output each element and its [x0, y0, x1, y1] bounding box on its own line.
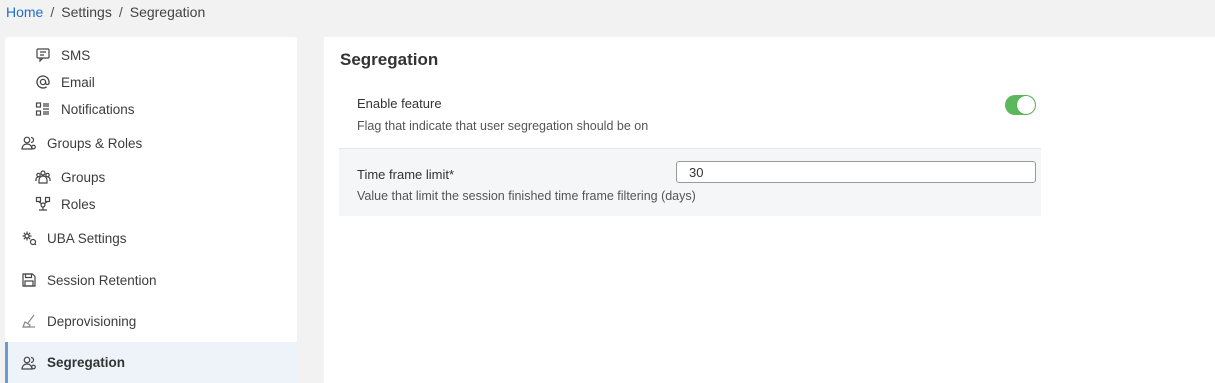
toggle-knob	[1017, 96, 1035, 114]
main-content: Segregation Enable feature Flag that ind…	[324, 37, 1215, 383]
uba-icon	[21, 230, 37, 246]
sidebar-item-sms[interactable]: SMS	[5, 44, 297, 66]
time-frame-limit-label: Time frame limit*	[357, 167, 455, 182]
time-frame-limit-input[interactable]	[676, 161, 1036, 183]
sidebar-item-label: SMS	[61, 47, 91, 63]
save-icon	[21, 272, 37, 288]
sidebar-item-deprovisioning[interactable]: Deprovisioning	[5, 308, 297, 334]
sidebar-item-groups[interactable]: Groups	[5, 166, 297, 188]
time-frame-limit-description: Value that limit the session finished ti…	[357, 189, 696, 203]
enable-feature-row: Enable feature Flag that indicate that u…	[339, 92, 1041, 148]
breadcrumb-current: Segregation	[129, 4, 206, 20]
users-icon	[21, 135, 37, 151]
time-frame-limit-row: Time frame limit* Value that limit the s…	[339, 148, 1041, 216]
users-icon	[21, 355, 37, 371]
list-icon	[35, 101, 51, 117]
sidebar-item-roles[interactable]: Roles	[5, 193, 297, 215]
group-icon	[35, 169, 51, 185]
roles-icon	[35, 196, 51, 212]
sidebar-item-label: Segregation	[47, 355, 126, 370]
sidebar-item-uba-settings[interactable]: UBA Settings	[5, 225, 297, 251]
sidebar-item-label: Deprovisioning	[47, 313, 137, 329]
page-title: Segregation	[340, 50, 439, 69]
sidebar-item-label: Session Retention	[47, 272, 157, 288]
sidebar-item-label: Groups	[61, 169, 106, 185]
sidebar-item-label: UBA Settings	[47, 230, 127, 246]
deprovision-icon	[21, 313, 37, 329]
breadcrumb-separator: /	[50, 4, 55, 20]
sidebar-item-label: Notifications	[61, 101, 135, 117]
enable-feature-label: Enable feature	[357, 96, 442, 111]
sidebar-item-label: Email	[61, 74, 95, 90]
sidebar-item-label: Roles	[61, 196, 96, 212]
at-sign-icon	[35, 74, 51, 90]
sidebar: SMS Email Notifications Groups & Roles G…	[5, 37, 297, 383]
breadcrumb-separator: /	[118, 4, 123, 20]
enable-feature-toggle[interactable]	[1005, 95, 1036, 115]
sidebar-item-session-retention[interactable]: Session Retention	[5, 267, 297, 293]
sidebar-item-email[interactable]: Email	[5, 71, 297, 93]
breadcrumb-home-link[interactable]: Home	[6, 3, 43, 21]
sidebar-item-label: Groups & Roles	[47, 135, 143, 151]
breadcrumb-settings: Settings	[61, 4, 112, 20]
sidebar-item-notifications[interactable]: Notifications	[5, 98, 297, 120]
sidebar-item-segregation[interactable]: Segregation	[5, 342, 297, 383]
breadcrumb: Home / Settings / Segregation	[6, 3, 205, 21]
sms-icon	[35, 47, 51, 63]
sidebar-item-groups-roles[interactable]: Groups & Roles	[5, 130, 297, 156]
enable-feature-description: Flag that indicate that user segregation…	[357, 119, 649, 133]
